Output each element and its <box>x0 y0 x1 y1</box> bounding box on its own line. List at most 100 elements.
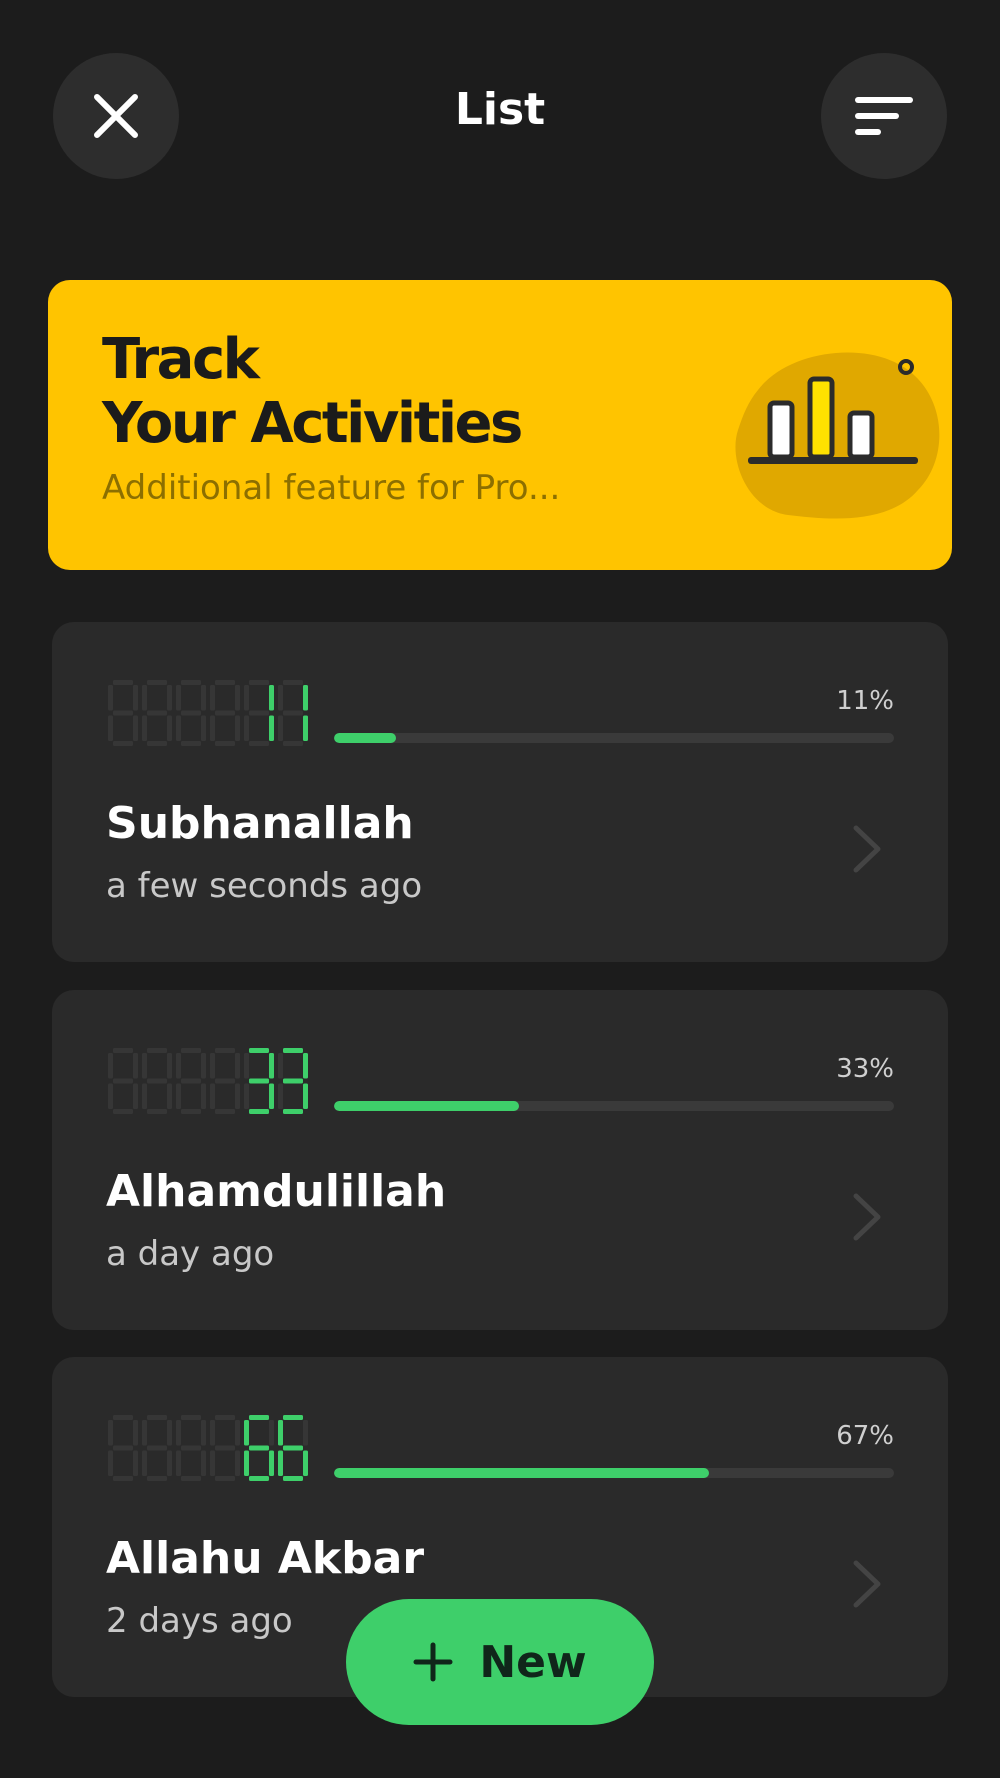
promo-banner[interactable]: Track Your Activities Additional feature… <box>48 280 952 570</box>
app-header: List <box>0 0 1000 230</box>
counter-segment <box>147 710 167 716</box>
counter-segment <box>181 710 201 716</box>
counter-segment <box>201 715 206 741</box>
counter-segment <box>181 680 201 685</box>
counter-segment <box>215 1415 235 1420</box>
counter-segment <box>167 1053 172 1079</box>
sort-icon <box>855 97 913 135</box>
counter-segment <box>181 1078 201 1084</box>
counter-segment <box>113 1415 133 1420</box>
counter-segment <box>133 1420 138 1446</box>
counter-segment <box>210 1053 215 1079</box>
counter-segment <box>113 1445 133 1451</box>
counter-segment <box>142 1450 147 1476</box>
counter-segment <box>108 1450 113 1476</box>
counter-segment <box>269 1053 274 1079</box>
counter-segment <box>181 741 201 746</box>
counter-segment <box>147 1078 167 1084</box>
counter-segment <box>249 1415 269 1420</box>
counter-segment <box>283 1415 303 1420</box>
list-item[interactable]: 33% Alhamdulillah a day ago <box>52 990 948 1330</box>
counter-segment <box>176 715 181 741</box>
counter-segment <box>108 715 113 741</box>
counter-segment <box>235 1053 240 1079</box>
counter-segment <box>235 1420 240 1446</box>
digital-counter <box>108 680 308 746</box>
counter-segment <box>201 1053 206 1079</box>
counter-segment <box>235 1450 240 1476</box>
counter-segment <box>269 685 274 711</box>
counter-segment <box>133 1053 138 1079</box>
item-timestamp: 2 days ago <box>106 1601 293 1641</box>
counter-segment <box>278 1450 283 1476</box>
counter-segment <box>283 1476 303 1481</box>
counter-segment <box>181 1445 201 1451</box>
counter-segment <box>113 710 133 716</box>
counter-segment <box>244 715 249 741</box>
promo-title-line2: Your Activities <box>102 391 523 456</box>
counter-segment <box>167 1083 172 1109</box>
item-timestamp: a few seconds ago <box>106 866 423 906</box>
counter-segment <box>113 680 133 685</box>
counter-segment <box>215 680 235 685</box>
counter-segment <box>249 1445 269 1451</box>
counter-segment <box>278 1420 283 1446</box>
counter-segment <box>176 1083 181 1109</box>
counter-segment <box>215 1109 235 1114</box>
counter-segment <box>244 1450 249 1476</box>
digital-counter <box>108 1048 308 1114</box>
list-item[interactable]: 11% Subhanallah a few seconds ago <box>52 622 948 962</box>
counter-segment <box>283 1109 303 1114</box>
counter-segment <box>133 1083 138 1109</box>
counter-segment <box>210 1450 215 1476</box>
counter-segment <box>249 1476 269 1481</box>
new-button[interactable]: New <box>346 1599 654 1725</box>
counter-segment <box>147 1415 167 1420</box>
counter-segment <box>215 1445 235 1451</box>
counter-segment <box>215 1078 235 1084</box>
counter-segment <box>269 715 274 741</box>
bar-chart-illustration <box>735 352 940 519</box>
counter-segment <box>283 741 303 746</box>
counter-segment <box>235 1083 240 1109</box>
counter-segment <box>201 1083 206 1109</box>
counter-segment <box>176 1420 181 1446</box>
counter-segment <box>142 1053 147 1079</box>
counter-segment <box>235 715 240 741</box>
progress-bar-fill <box>334 733 396 743</box>
counter-segment <box>201 685 206 711</box>
counter-segment <box>249 741 269 746</box>
chevron-right-icon <box>853 825 881 873</box>
counter-segment <box>249 680 269 685</box>
counter-segment <box>176 685 181 711</box>
counter-segment <box>142 715 147 741</box>
progress-bar <box>334 733 894 743</box>
counter-segment <box>181 1048 201 1053</box>
counter-segment <box>283 1048 303 1053</box>
counter-segment <box>249 1078 269 1084</box>
counter-segment <box>278 715 283 741</box>
chevron-right-icon <box>853 1193 881 1241</box>
progress-bar <box>334 1468 894 1478</box>
counter-segment <box>283 1078 303 1084</box>
counter-segment <box>215 1476 235 1481</box>
counter-segment <box>249 1109 269 1114</box>
counter-segment <box>249 710 269 716</box>
progress-bar <box>334 1101 894 1111</box>
counter-segment <box>181 1109 201 1114</box>
counter-segment <box>278 1053 283 1079</box>
counter-segment <box>303 1053 308 1079</box>
counter-segment <box>108 1420 113 1446</box>
counter-segment <box>283 1445 303 1451</box>
counter-segment <box>167 685 172 711</box>
sort-button[interactable] <box>821 53 947 179</box>
counter-segment <box>133 1450 138 1476</box>
counter-segment <box>147 680 167 685</box>
progress-percent: 11% <box>836 686 894 716</box>
counter-segment <box>142 685 147 711</box>
counter-segment <box>176 1053 181 1079</box>
item-title: Alhamdulillah <box>106 1166 447 1217</box>
counter-segment <box>269 1450 274 1476</box>
counter-segment <box>108 685 113 711</box>
counter-segment <box>147 741 167 746</box>
